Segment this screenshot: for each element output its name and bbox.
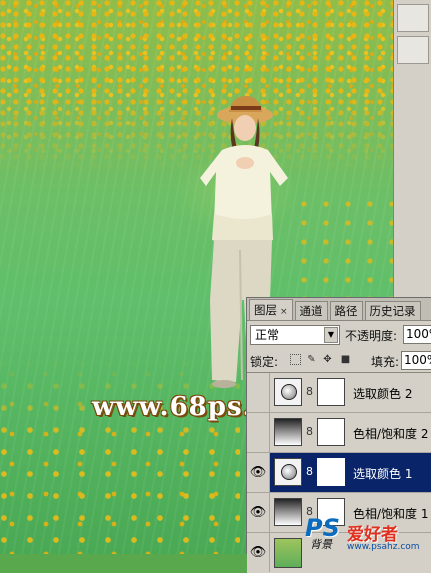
scroll-thumb[interactable] [397, 36, 429, 64]
fill-input[interactable]: 100% [401, 351, 431, 370]
hue-saturation-thumbnail [274, 418, 302, 446]
panel-tabs: 图层 × 通道 路径 历史记录 [247, 298, 431, 321]
move-icon[interactable]: ✥ [322, 354, 333, 365]
blend-opacity-row: 正常 ▼ 不透明度: 100% [250, 325, 431, 347]
selective-color-thumbnail [274, 378, 302, 406]
close-icon[interactable]: × [280, 307, 288, 317]
layer-mask-thumbnail[interactable] [317, 458, 345, 486]
logo-mark: PS [305, 514, 340, 542]
lock-label: 锁定: [250, 355, 279, 369]
site-logo: PS 爱好者 www.psahz.com [303, 514, 431, 554]
visibility-toggle[interactable] [247, 373, 270, 412]
eye-icon[interactable]: 👁 [247, 533, 270, 572]
tab-channels[interactable]: 通道 [294, 301, 328, 320]
fill-label: 填充: [371, 355, 400, 369]
opacity-input[interactable]: 100% [403, 325, 431, 344]
tab-layers-label: 图层 [254, 303, 277, 317]
background-photo-thumbnail [274, 538, 302, 568]
chain-link-icon[interactable]: 8 [306, 465, 313, 478]
layer-name: 色相/饱和度 2 [353, 427, 429, 441]
layer-row-selected[interactable]: 👁 8 选取颜色 1 [247, 453, 431, 493]
brush-icon[interactable]: ✎ [306, 354, 317, 365]
blend-mode-value: 正常 [255, 328, 280, 342]
selective-color-thumbnail [274, 458, 302, 486]
layer-row[interactable]: 8 色相/饱和度 2 [247, 413, 431, 453]
tab-paths[interactable]: 路径 [329, 301, 363, 320]
lock-transparent-icon[interactable] [290, 354, 301, 365]
eye-icon[interactable]: 👁 [247, 453, 270, 492]
tab-layers[interactable]: 图层 × [249, 299, 293, 320]
layer-row[interactable]: 8 选取颜色 2 [247, 373, 431, 413]
blend-mode-select[interactable]: 正常 ▼ [250, 325, 340, 345]
chain-link-icon[interactable]: 8 [306, 425, 313, 438]
lock-fill-row: 锁定: ✎ ✥ ■ 填充: 100% [250, 351, 431, 373]
tab-history[interactable]: 历史记录 [364, 301, 421, 320]
visibility-toggle[interactable] [247, 413, 270, 452]
layer-name: 选取颜色 2 [353, 387, 413, 401]
chain-link-icon[interactable]: 8 [306, 385, 313, 398]
dropdown-arrow-icon[interactable]: ▼ [324, 327, 338, 343]
layer-name: 选取颜色 1 [353, 467, 413, 481]
lock-icon[interactable]: ■ [340, 354, 351, 365]
opacity-label: 不透明度: [345, 329, 398, 343]
hue-saturation-thumbnail [274, 498, 302, 526]
logo-url: www.psahz.com [347, 542, 420, 552]
eye-icon[interactable]: 👁 [247, 493, 270, 532]
layer-mask-thumbnail[interactable] [317, 378, 345, 406]
layer-mask-thumbnail[interactable] [317, 418, 345, 446]
scroll-up-button[interactable] [397, 4, 429, 32]
